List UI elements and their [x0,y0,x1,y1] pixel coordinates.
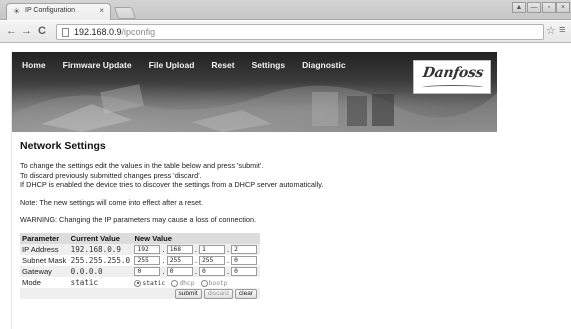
ip-octet-3-input[interactable] [198,245,225,255]
address-bar[interactable]: 192.168.0.9/ipconfig [56,24,544,40]
main-nav: Home Firmware Update File Upload Reset S… [22,60,363,70]
discard-button[interactable]: discard [203,288,233,299]
param-mode: Mode [22,278,41,287]
window-user-icon[interactable]: ▲ [512,2,526,13]
header-new-value: New Value [132,233,260,244]
buttons-row: submit discard clear [20,288,260,299]
table-row: IP Address 192.168.0.9 ... [20,244,260,255]
header-parameter: Parameter [20,233,69,244]
danfoss-logo: Danfoss [413,60,491,94]
mode-bootp-label: bootp [208,279,228,287]
browser-tab[interactable]: ☀ IP Configuration × [6,3,111,20]
new-ip-address: ... [132,244,260,255]
mask-octet-1-input[interactable] [134,256,161,266]
close-window-button[interactable]: × [556,2,570,13]
current-mode: static [70,278,99,287]
mode-dhcp-radio[interactable] [171,279,179,287]
header-current-value: Current Value [68,233,133,244]
page-icon [62,28,69,37]
nav-reset[interactable]: Reset [211,60,234,70]
nav-file-upload[interactable]: File Upload [149,60,195,70]
table-row: Mode static static dhcp bootp [20,277,260,288]
table-header-row: Parameter Current Value New Value [20,233,260,244]
tab-close-icon[interactable]: × [99,6,104,15]
ip-octet-1-input[interactable] [134,245,161,255]
settings-table: Parameter Current Value New Value IP Add… [20,233,260,299]
browser-tab-bar: ☀ IP Configuration × ▲ — ▫ × [0,0,571,20]
ip-octet-4-input[interactable] [231,245,258,255]
reload-button[interactable]: C [38,25,46,38]
current-gateway: 0.0.0.0 [68,266,133,277]
web-page: Home Firmware Update File Upload Reset S… [11,52,498,329]
mask-octet-3-input[interactable] [198,256,225,266]
tab-title: IP Configuration [25,7,76,14]
new-gateway: ... [132,266,260,277]
url-host: 192.168.0.9 [74,27,122,37]
header-banner: Home Firmware Update File Upload Reset S… [12,52,498,132]
nav-home[interactable]: Home [22,60,46,70]
page-title: Network Settings [20,140,106,152]
nav-firmware-update[interactable]: Firmware Update [63,60,132,70]
main-content: Network Settings To change the settings … [20,140,490,299]
logo-swoosh [422,85,484,90]
nav-diagnostic[interactable]: Diagnostic [302,60,345,70]
back-button[interactable]: ← [6,25,17,38]
gw-octet-1-input[interactable] [134,267,161,277]
note-text: Note: The new settings will come into ef… [20,197,204,207]
mode-dhcp-label: dhcp [179,279,195,287]
current-ip-address: 192.168.0.9 [68,244,133,255]
bookmark-star-icon[interactable]: ☆ [546,24,556,37]
table-row: Subnet Mask 255.255.255.0 ... [20,255,260,266]
minimize-button[interactable]: — [527,2,541,13]
mode-static-radio[interactable] [134,279,142,287]
url-path: /ipconfig [121,27,156,37]
mode-static-label: static [142,279,166,287]
param-gateway: Gateway [20,266,69,277]
form-buttons: submit discard clear [132,288,260,299]
submit-button[interactable]: submit [174,288,202,299]
nav-settings[interactable]: Settings [252,60,286,70]
browser-menu-icon[interactable]: ≡ [559,24,565,36]
new-tab-button[interactable] [113,7,137,19]
mode-bootp-radio[interactable] [200,279,208,287]
current-subnet-mask: 255.255.255.0 [70,256,131,265]
gw-octet-2-input[interactable] [166,267,193,277]
new-subnet-mask: ... [132,255,260,266]
page-right-margin [497,44,571,329]
intro-line-2: To discard previously submitted changes … [20,170,202,180]
param-subnet-mask: Subnet Mask [22,256,67,265]
page-viewport: Home Firmware Update File Upload Reset S… [0,44,571,329]
page-favicon-icon: ☀ [13,7,21,16]
gw-octet-4-input[interactable] [231,267,258,277]
intro-line-3: If DHCP is enabled the device tries to d… [20,180,324,190]
maximize-button[interactable]: ▫ [542,2,556,13]
warning-text: WARNING: Changing the IP parameters may … [20,215,257,225]
ip-octet-2-input[interactable] [166,245,193,255]
intro-line-1: To change the settings edit the values i… [20,161,264,170]
logo-text: Danfoss [421,65,485,81]
mode-options: static dhcp bootp [132,277,260,288]
mask-octet-2-input[interactable] [166,256,193,266]
url-text: 192.168.0.9/ipconfig [74,27,155,37]
browser-toolbar: ← → C 192.168.0.9/ipconfig ☆ ≡ [0,21,571,43]
forward-button[interactable]: → [21,25,32,38]
clear-button[interactable]: clear [234,288,257,299]
mask-octet-4-input[interactable] [231,256,258,266]
gw-octet-3-input[interactable] [198,267,225,277]
param-ip-address: IP Address [20,244,69,255]
table-row: Gateway 0.0.0.0 ... [20,266,260,277]
